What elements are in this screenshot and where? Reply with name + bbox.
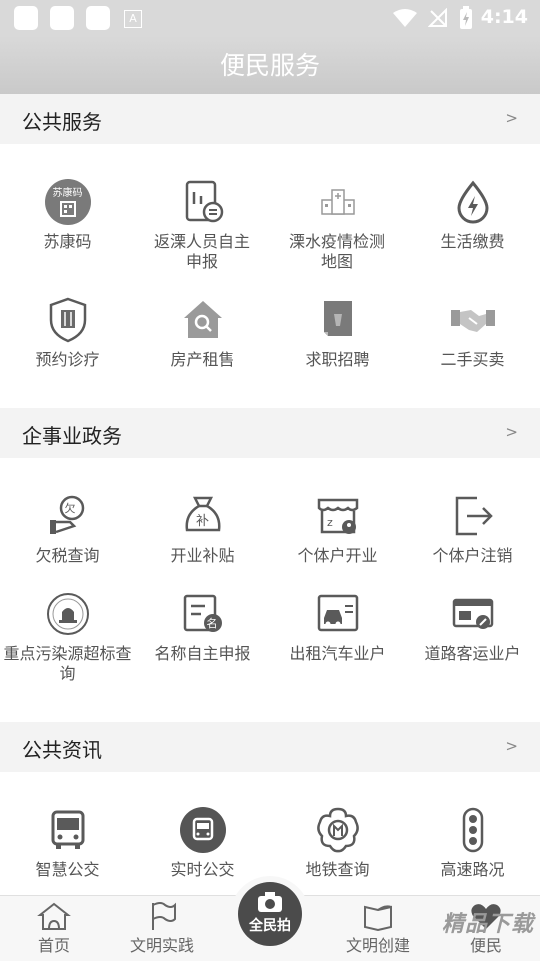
house-search-icon (179, 296, 227, 344)
notification-icon (86, 6, 110, 30)
service-epidemic-map[interactable]: 溧水疫情检测地图 (270, 178, 405, 272)
section-public-info[interactable]: 公共资讯 > (0, 722, 540, 772)
no-signal-icon (428, 8, 447, 27)
service-label: 溧水疫情检测地图 (288, 232, 385, 271)
chevron-right-icon[interactable]: > (505, 737, 518, 755)
hospital-icon (314, 178, 362, 226)
service-smart-bus[interactable]: 智慧公交 (0, 806, 135, 880)
battery-charging-icon (460, 6, 472, 29)
clock-time: 4:14 (480, 6, 528, 28)
service-label: 个体户注销 (432, 546, 513, 565)
status-bar: A 4:14 (0, 0, 540, 36)
camera-icon (258, 892, 282, 912)
nav-label: 文明创建 (345, 936, 410, 955)
nav-label: 全民拍 (249, 918, 291, 934)
money-bag-icon-text: 补 (195, 514, 209, 529)
service-label: 苏康码 (43, 232, 92, 251)
service-name-declare[interactable]: 名 名称自主申报 (135, 590, 270, 664)
service-tax-query[interactable]: 欠 欠税查询 (0, 492, 135, 566)
service-jobs[interactable]: 求职招聘 (270, 296, 405, 370)
service-opening-subsidy[interactable]: 补 开业补贴 (135, 492, 270, 566)
service-metro[interactable]: 地铁查询 (270, 806, 405, 880)
service-label: 智慧公交 (35, 860, 100, 879)
briefcase-icon (314, 296, 362, 344)
service-label: 实时公交 (170, 860, 235, 879)
taxi-icon (314, 590, 362, 638)
passenger-card-icon (449, 590, 497, 638)
notification-icon (50, 6, 74, 30)
metro-icon (314, 806, 362, 854)
pollution-alarm-icon (44, 590, 92, 638)
medical-shield-icon (44, 296, 92, 344)
wifi-icon (393, 9, 417, 27)
service-individual-cancel[interactable]: 个体户注销 (405, 492, 540, 566)
service-label: 房产租售 (170, 350, 235, 369)
font-app-icon: A (124, 10, 142, 28)
exit-icon (449, 492, 497, 540)
book-leaf-icon (364, 905, 392, 931)
section-title: 公共服务 (22, 110, 102, 134)
bus-icon (44, 806, 92, 854)
tax-owed-icon: 欠 (44, 492, 92, 540)
service-return-report[interactable]: 返溧人员自主申报 (135, 178, 270, 272)
service-label: 返溧人员自主申报 (153, 232, 250, 271)
name-declare-icon: 名 (179, 590, 227, 638)
service-label: 欠税查询 (35, 546, 100, 565)
home-icon (37, 902, 71, 930)
service-label: 重点污染源超标查询 (3, 644, 132, 683)
money-bag-icon: 补 (179, 492, 227, 540)
service-highway-traffic[interactable]: 高速路况 (405, 806, 540, 880)
name-declare-icon-text: 名 (206, 617, 218, 630)
sukangma-icon-text: 苏康码 (52, 188, 83, 199)
watermark: 精品下载 (441, 912, 534, 937)
utility-drop-icon (449, 178, 497, 226)
service-pollution-query[interactable]: 重点污染源超标查询 (0, 590, 135, 684)
svg-text:z: z (327, 516, 333, 529)
nav-home[interactable]: 首页 (0, 896, 108, 956)
service-individual-open[interactable]: z 个体户开业 (270, 492, 405, 566)
service-label: 高速路况 (440, 860, 505, 879)
service-utility-payment[interactable]: 生活缴费 (405, 178, 540, 252)
nav-civilization-practice[interactable]: 文明实践 (108, 896, 216, 956)
flag-icon (152, 902, 176, 930)
section-enterprise-services[interactable]: 企事业政务 > (0, 408, 540, 458)
service-label: 生活缴费 (440, 232, 505, 251)
service-sukangma[interactable]: 苏康码 苏康码 (0, 178, 135, 252)
section-public-services[interactable]: 公共服务 > (0, 94, 540, 144)
handshake-icon (449, 296, 497, 344)
service-label: 道路客运业户 (424, 644, 521, 663)
service-passenger-operator[interactable]: 道路客运业户 (405, 590, 540, 664)
service-label: 预约诊疗 (35, 350, 100, 369)
service-label: 地铁查询 (305, 860, 370, 879)
report-form-icon (179, 178, 227, 226)
service-realtime-bus[interactable]: 实时公交 (135, 806, 270, 880)
service-label: 出租汽车业户 (289, 644, 386, 663)
service-real-estate[interactable]: 房产租售 (135, 296, 270, 370)
service-secondhand[interactable]: 二手买卖 (405, 296, 540, 370)
service-label: 二手买卖 (440, 350, 505, 369)
service-appointment[interactable]: 预约诊疗 (0, 296, 135, 370)
section-title: 公共资讯 (22, 738, 102, 762)
notification-icon (14, 6, 38, 30)
section-title: 企事业政务 (22, 424, 122, 448)
tax-owed-icon-text: 欠 (64, 502, 76, 515)
service-label: 个体户开业 (297, 546, 378, 565)
nav-civilization-creation[interactable]: 文明创建 (324, 896, 432, 956)
service-taxi-operator[interactable]: 出租汽车业户 (270, 590, 405, 664)
service-label: 名称自主申报 (154, 644, 251, 663)
sukangma-icon: 苏康码 (44, 178, 92, 226)
service-label: 求职招聘 (305, 350, 370, 369)
traffic-light-icon (449, 806, 497, 854)
nav-citizen-photo[interactable]: 全民拍 (230, 876, 310, 956)
nav-label: 首页 (37, 936, 70, 955)
service-label: 开业补贴 (170, 546, 235, 565)
page-title: 便民服务 (219, 51, 320, 80)
page-header: 便民服务 (0, 36, 540, 94)
nav-label: 文明实践 (129, 936, 194, 955)
realtime-bus-icon (179, 806, 227, 854)
shop-icon: z (314, 492, 362, 540)
chevron-right-icon[interactable]: > (505, 109, 518, 127)
camera-button[interactable]: 全民拍 (238, 882, 302, 946)
chevron-right-icon[interactable]: > (505, 423, 518, 441)
